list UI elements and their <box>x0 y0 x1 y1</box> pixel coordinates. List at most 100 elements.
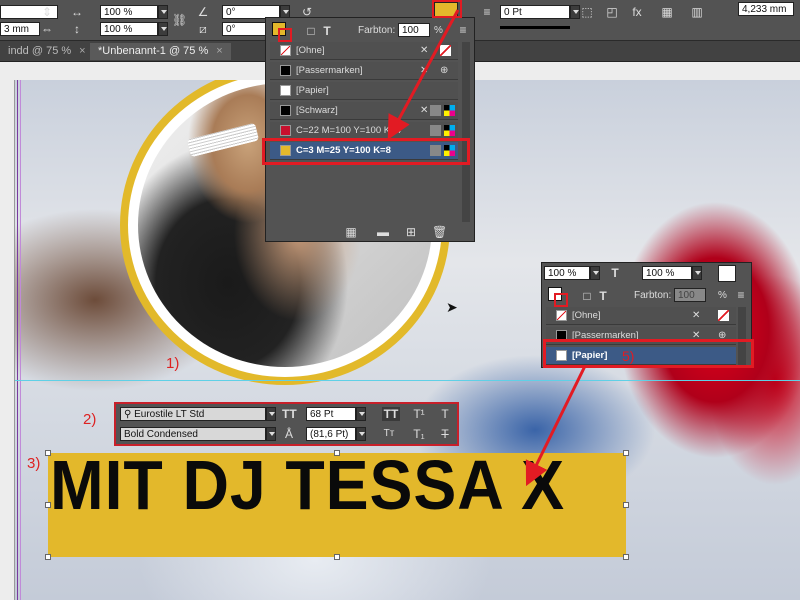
resize-handle[interactable] <box>623 502 629 508</box>
all-caps-icon[interactable]: TT <box>382 407 400 421</box>
constrain-proportions-icon[interactable]: ⛓ <box>172 13 187 27</box>
headline-text-frame[interactable]: MIT DJ TESSA X <box>45 446 629 560</box>
no-edit-icon: ✕ <box>420 45 429 56</box>
underline-icon[interactable]: T <box>438 407 452 421</box>
font-family-dropdown[interactable] <box>266 407 276 421</box>
font-size-dropdown[interactable] <box>356 407 366 421</box>
scale-y-icon: ↕ <box>74 22 80 36</box>
scale-y-dropdown[interactable] <box>692 266 702 280</box>
vertical-ruler[interactable] <box>0 80 15 600</box>
superscript-icon[interactable]: T¹ <box>412 407 426 421</box>
registration-icon: ⊕ <box>440 65 449 76</box>
stroke-color-chip[interactable] <box>278 28 292 42</box>
scale-y-field[interactable]: 100 % <box>100 22 158 36</box>
scale-y-dropdown[interactable] <box>158 22 168 36</box>
swatch-name: [Schwarz] <box>296 105 338 116</box>
swatch-row-registration[interactable]: [Passermarken] ✕ ⊕ <box>270 62 458 80</box>
highlight-fill-swatch <box>432 0 462 18</box>
cmyk-icon <box>444 105 455 116</box>
resize-handle[interactable] <box>623 554 629 560</box>
flip-horizontal-icon[interactable]: ⇔ <box>40 22 54 36</box>
subscript-icon[interactable]: T₁ <box>412 427 426 441</box>
swatches-panel-top: □ T Farbton: 100 % ≡ [Ohne] ✕ [Passermar… <box>265 17 475 242</box>
panel-menu-icon[interactable]: ≡ <box>456 23 470 37</box>
character-controls: ⚲ Eurostile LT Std Bold Condensed TT 68 … <box>114 402 459 446</box>
cmyk-icon <box>444 125 455 136</box>
font-family-value: Eurostile LT Std <box>134 409 205 420</box>
folder-icon[interactable]: ▬ <box>376 225 390 239</box>
resize-handle[interactable] <box>45 554 51 560</box>
tint-field[interactable]: 100 <box>398 23 430 37</box>
container-format-icon[interactable]: □ <box>304 24 318 38</box>
stroke-type-preview[interactable] <box>500 26 570 29</box>
stroke-color-chip[interactable] <box>554 293 568 307</box>
scale-x-icon: ↔ <box>71 5 83 19</box>
panel-menu-icon[interactable]: ≡ <box>734 288 748 302</box>
scale-x-dropdown[interactable] <box>590 266 600 280</box>
width-field[interactable]: 3 mm <box>0 22 40 36</box>
stroke-weight-dropdown[interactable] <box>570 5 580 19</box>
resize-handle[interactable] <box>334 450 340 456</box>
stroke-weight-icon: ≡ <box>483 5 491 19</box>
resize-handle[interactable] <box>334 554 340 560</box>
resize-handle[interactable] <box>45 450 51 456</box>
swatch-row-none[interactable]: [Ohne] ✕ <box>270 42 458 60</box>
tab-label: *Unbenannt-1 @ 75 % <box>98 45 209 57</box>
container-format-icon[interactable]: □ <box>580 289 594 303</box>
close-icon[interactable]: × <box>216 45 222 57</box>
text-format-icon[interactable]: T <box>596 289 610 303</box>
headline-text[interactable]: MIT DJ TESSA X <box>50 445 565 525</box>
effects-icon[interactable]: fx <box>630 5 644 19</box>
resize-handle[interactable] <box>623 450 629 456</box>
process-color-icon <box>430 105 441 116</box>
stroke-weight-field[interactable]: 0 Pt <box>500 5 570 19</box>
swatch-views-icon[interactable]: ▦ <box>344 225 358 239</box>
none-swatch-chip <box>556 310 567 321</box>
swatch-row-black[interactable]: [Schwarz] ✕ <box>270 102 458 120</box>
strikethrough-icon[interactable]: T <box>438 427 452 441</box>
small-caps-icon[interactable]: Tт <box>382 427 396 441</box>
scale-x-dropdown[interactable] <box>158 5 168 19</box>
resize-handle[interactable] <box>45 502 51 508</box>
pointer-cursor-icon: ➤ <box>446 299 458 315</box>
paper-swatch-chip <box>280 85 291 96</box>
swatch-name: [Ohne] <box>296 45 325 56</box>
flip-vertical-icon[interactable]: ⇕ <box>40 5 54 19</box>
close-icon[interactable]: × <box>79 45 85 57</box>
swatch-row-none[interactable]: [Ohne] ✕ <box>546 307 736 325</box>
ruler-guide[interactable] <box>15 380 800 381</box>
swatch-name: C=22 M=100 Y=100 K=4 <box>296 125 401 136</box>
font-family-field[interactable]: ⚲ Eurostile LT Std <box>120 407 266 421</box>
tab-document-2[interactable]: *Unbenannt-1 @ 75 % × <box>90 43 231 60</box>
new-swatch-icon[interactable]: ⊞ <box>404 225 418 239</box>
corner-options-icon[interactable]: ◰ <box>605 5 619 19</box>
font-size-field[interactable]: 68 Pt <box>306 407 356 421</box>
leading-dropdown[interactable] <box>356 427 366 441</box>
dimension-field[interactable]: 4,233 mm <box>738 2 794 16</box>
swatch-name: [Papier] <box>296 85 329 96</box>
registration-swatch-chip <box>280 65 291 76</box>
scrollbar[interactable] <box>462 42 470 222</box>
trash-icon[interactable]: 🗑 <box>432 225 447 239</box>
font-style-dropdown[interactable] <box>266 427 276 441</box>
scale-x-field[interactable]: 100 % <box>100 5 158 19</box>
leading-field[interactable]: (81,6 Pt) <box>306 427 356 441</box>
callout-2: 2) <box>83 411 97 428</box>
sunglasses <box>186 122 260 158</box>
tab-document-1[interactable]: indd @ 75 % × <box>0 43 94 60</box>
font-style-field[interactable]: Bold Condensed <box>120 427 266 441</box>
font-size-icon: TT <box>282 407 297 421</box>
no-edit-icon: ✕ <box>420 65 429 76</box>
text-format-icon[interactable]: T <box>320 24 334 38</box>
fill-swatch-button[interactable] <box>718 265 736 282</box>
scale-y-field[interactable]: 100 % <box>642 266 692 280</box>
scale-x-field[interactable]: 100 % <box>544 266 590 280</box>
distribute-icon[interactable]: ▥ <box>690 5 704 19</box>
swatch-row-paper[interactable]: [Papier] <box>270 82 458 100</box>
fit-frame-icon[interactable]: ⬚ <box>580 5 594 19</box>
highlight-selected-swatch <box>262 138 470 165</box>
tint-label: Farbton: <box>634 290 672 301</box>
tint-field[interactable]: 100 <box>674 288 706 302</box>
red-swatch-chip <box>280 125 291 136</box>
align-grid-icon[interactable]: ▦ <box>660 5 674 19</box>
